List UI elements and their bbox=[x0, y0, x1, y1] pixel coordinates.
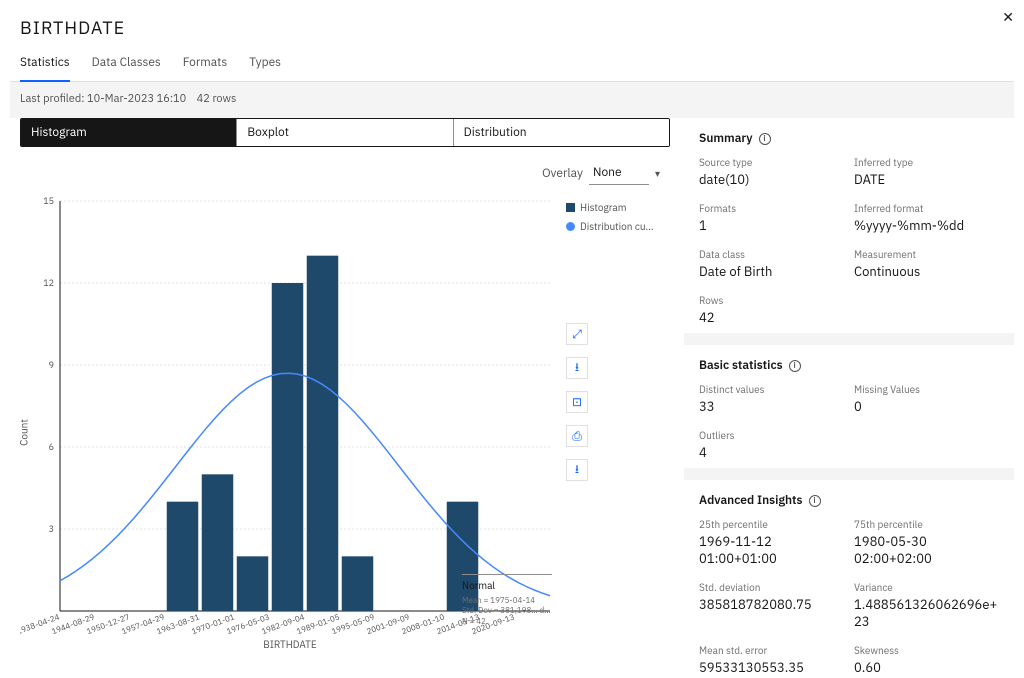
overlay-label: Overlay bbox=[542, 166, 583, 181]
skew-label: Skewness bbox=[854, 644, 999, 657]
measurement-label: Measurement bbox=[854, 248, 999, 261]
formats-value: 1 bbox=[699, 217, 844, 234]
svg-text:6: 6 bbox=[49, 442, 54, 453]
legend-histogram-label: Histogram bbox=[580, 201, 626, 214]
outliers-label: Outliers bbox=[699, 429, 844, 442]
distinct-value: 33 bbox=[699, 398, 844, 415]
source-type-value: date(10) bbox=[699, 171, 844, 188]
missing-label: Missing Values bbox=[854, 383, 999, 396]
info-icon[interactable]: i bbox=[759, 133, 771, 145]
overlay-select[interactable]: None bbox=[589, 161, 649, 185]
square-icon bbox=[566, 203, 575, 212]
legend-histogram: Histogram bbox=[566, 201, 670, 214]
tool-image[interactable]: ⎙ bbox=[566, 425, 588, 447]
close-icon[interactable]: ✕ bbox=[1002, 8, 1014, 26]
rows-meta: 42 rows bbox=[197, 92, 237, 106]
viewtab-boxplot[interactable]: Boxplot bbox=[237, 119, 453, 146]
svg-text:3: 3 bbox=[49, 524, 54, 535]
chevron-down-icon: ▾ bbox=[655, 167, 660, 180]
tab-data-classes[interactable]: Data Classes bbox=[92, 47, 161, 81]
rows-value: 42 bbox=[699, 309, 844, 326]
last-profiled-label: Last profiled: bbox=[20, 92, 84, 106]
page-title: BIRTHDATE bbox=[10, 0, 1014, 47]
normal-std: Std. Dev = 381,198… days bbox=[462, 606, 552, 616]
svg-text:9: 9 bbox=[49, 360, 54, 371]
mse-label: Mean std. error bbox=[699, 644, 844, 657]
missing-value: 0 bbox=[854, 398, 999, 415]
formats-label: Formats bbox=[699, 202, 844, 215]
skew-value: 0.60 bbox=[854, 659, 999, 676]
viewtab-histogram[interactable]: Histogram bbox=[21, 119, 237, 146]
rows-label: Rows bbox=[699, 294, 844, 307]
svg-text:12: 12 bbox=[43, 278, 54, 289]
p75-value: 1980-05-30 02:00+02:00 bbox=[854, 533, 999, 567]
std-label: Std. deviation bbox=[699, 581, 844, 594]
svg-text:15: 15 bbox=[43, 196, 54, 207]
last-profiled-value: 10-Mar-2023 16:10 bbox=[87, 92, 186, 106]
inferred-format-label: Inferred format bbox=[854, 202, 999, 215]
normal-mean: Mean = 1975-04-14 bbox=[462, 596, 552, 606]
normal-title: Normal bbox=[462, 579, 552, 592]
info-icon[interactable]: i bbox=[809, 495, 821, 507]
p25-value: 1969-11-12 01:00+01:00 bbox=[699, 533, 844, 567]
tool-reset[interactable]: ⊡ bbox=[566, 391, 588, 413]
viewtab-distribution[interactable]: Distribution bbox=[454, 119, 669, 146]
measurement-value: Continuous bbox=[854, 263, 999, 280]
tool-zoom[interactable]: ⤢ bbox=[566, 323, 588, 345]
adv-title: Advanced Insights bbox=[699, 493, 803, 508]
inferred-type-value: DATE bbox=[854, 171, 999, 188]
y-axis-label: Count bbox=[18, 419, 31, 446]
summary-title: Summary bbox=[699, 131, 753, 146]
tab-statistics[interactable]: Statistics bbox=[20, 47, 70, 82]
tab-types[interactable]: Types bbox=[249, 47, 281, 81]
profile-meta: Last profiled: 10-Mar-2023 16:10 42 rows bbox=[10, 82, 1014, 118]
var-label: Variance bbox=[854, 581, 999, 594]
overlay-value: None bbox=[593, 165, 622, 180]
normal-n: N = 42 bbox=[462, 617, 552, 627]
x-axis-label: BIRTHDATE bbox=[263, 638, 316, 651]
histogram-chart: 36912151938-04-241944-08-291950-12-27195… bbox=[20, 191, 560, 661]
inferred-format-value: %yyyy-%mm-%dd bbox=[854, 217, 999, 234]
inferred-type-label: Inferred type bbox=[854, 156, 999, 169]
legend-distribution-label: Distribution cu… bbox=[580, 220, 654, 233]
var-value: 1.488561326062696e+23 bbox=[854, 596, 999, 630]
legend-distribution: Distribution cu… bbox=[566, 220, 670, 233]
std-value: 385818782080.75 bbox=[699, 596, 844, 613]
tool-download[interactable]: ⭳ bbox=[566, 357, 588, 379]
tool-export[interactable]: ⭳ bbox=[566, 459, 588, 481]
outliers-value: 4 bbox=[699, 444, 844, 461]
info-icon[interactable]: i bbox=[789, 360, 801, 372]
p75-label: 75th percentile bbox=[854, 518, 999, 531]
tab-formats[interactable]: Formats bbox=[183, 47, 227, 81]
source-type-label: Source type bbox=[699, 156, 844, 169]
mse-value: 59533130553.35 bbox=[699, 659, 844, 676]
distinct-label: Distinct values bbox=[699, 383, 844, 396]
data-class-value: Date of Birth bbox=[699, 263, 844, 280]
data-class-label: Data class bbox=[699, 248, 844, 261]
basic-title: Basic statistics bbox=[699, 358, 783, 373]
circle-icon bbox=[566, 222, 575, 231]
normal-summary-box: Normal Mean = 1975-04-14 Std. Dev = 381,… bbox=[462, 574, 552, 627]
p25-label: 25th percentile bbox=[699, 518, 844, 531]
